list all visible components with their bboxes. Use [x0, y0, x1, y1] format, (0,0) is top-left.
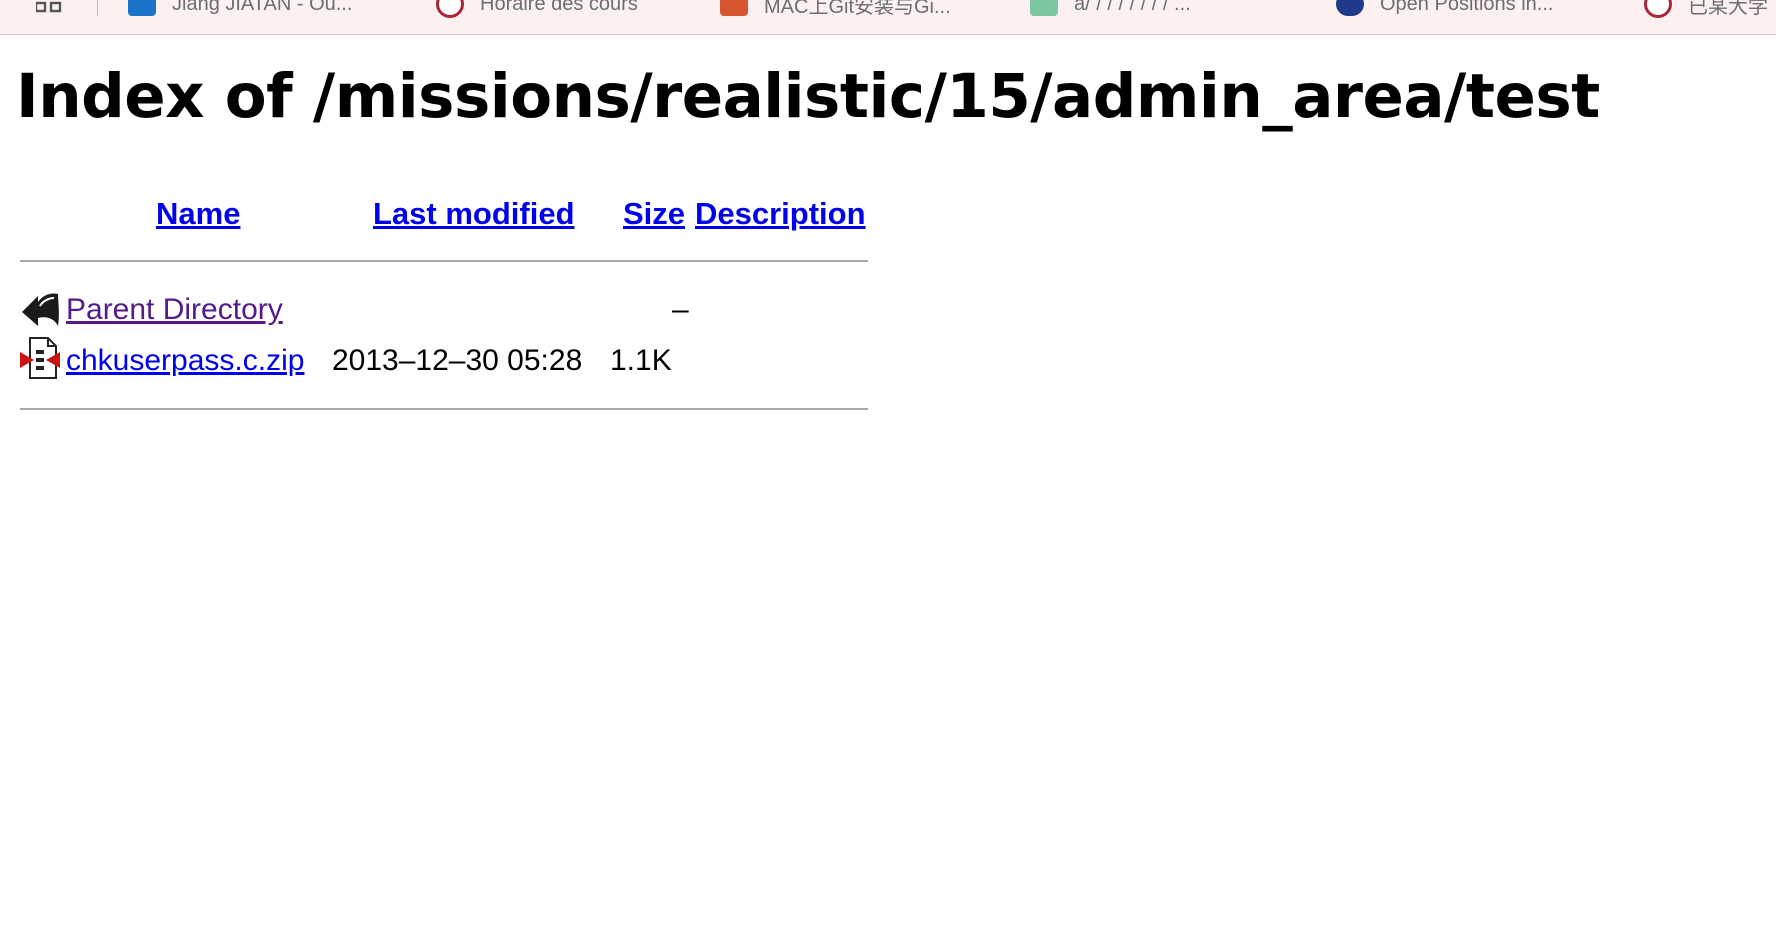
- red-logo-icon: [436, 0, 464, 18]
- bookmark-horaire[interactable]: Horaire des cours: [436, 0, 638, 18]
- compressed-file-icon: [20, 337, 60, 379]
- sort-by-description-link[interactable]: Description: [695, 196, 866, 232]
- red-logo-icon: [1644, 0, 1672, 18]
- bookmark-label: Jiang JIATAN - Ou...: [172, 0, 353, 15]
- sort-by-last-modified-link[interactable]: Last modified: [373, 196, 575, 232]
- bookmarks-bar: Jiang JIATAN - Ou... Horaire des cours M…: [0, 0, 1776, 35]
- outlook-icon: [128, 0, 156, 16]
- bookmark-open-positions[interactable]: Open Positions in...: [1336, 0, 1553, 16]
- bookmark-label: Horaire des cours: [480, 0, 638, 15]
- last-modified-cell: 2013–12–30 05:28: [332, 344, 583, 377]
- parent-directory-link[interactable]: Parent Directory: [66, 292, 283, 328]
- bookmark-label: a/ / / / / / / / ...: [1074, 0, 1191, 15]
- back-arrow-icon: [22, 293, 59, 326]
- bookmarks-separator: [97, 0, 98, 16]
- bookmark-label: 已某大学: [1688, 0, 1768, 18]
- sort-by-size-link[interactable]: Size: [623, 196, 685, 232]
- bookmark-git[interactable]: MAC上Git安装与Gi...: [720, 0, 951, 18]
- bookmark-outlook[interactable]: Jiang JIATAN - Ou...: [128, 0, 352, 16]
- footer-divider: [20, 408, 868, 410]
- size-cell: 1.1K: [610, 344, 672, 377]
- bookmark-green[interactable]: a/ / / / / / / / ...: [1030, 0, 1191, 16]
- file-link[interactable]: chkuserpass.c.zip: [66, 343, 304, 379]
- directory-listing: Name Last modified Size Description Pare…: [20, 180, 870, 420]
- apps-grid-icon[interactable]: [36, 0, 64, 14]
- bookmark-university[interactable]: 已某大学: [1644, 0, 1768, 18]
- bookmark-label: MAC上Git安装与Gi...: [764, 0, 951, 18]
- bookmark-label: Open Positions in...: [1380, 0, 1554, 15]
- sort-by-name-link[interactable]: Name: [156, 196, 240, 232]
- size-cell: –: [672, 293, 689, 326]
- globe-icon: [1336, 0, 1364, 16]
- header-divider: [20, 260, 868, 262]
- orange-logo-icon: [720, 0, 748, 16]
- green-logo-icon: [1030, 0, 1058, 16]
- page-title: Index of /missions/realistic/15/admin_ar…: [16, 61, 1600, 132]
